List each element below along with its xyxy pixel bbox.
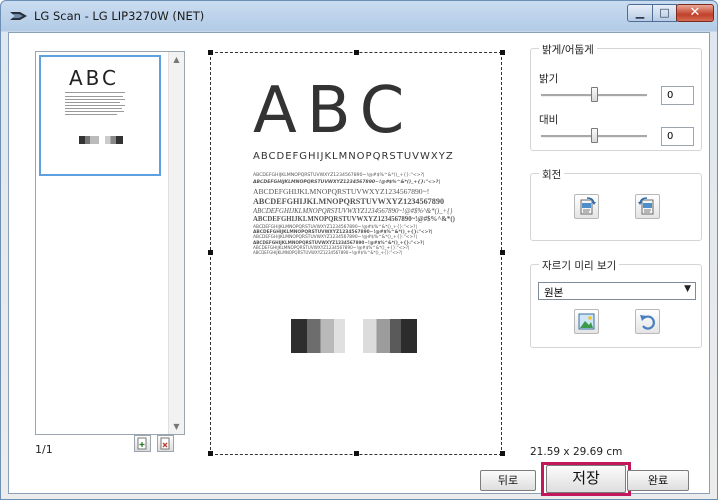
preview-gray-patch-left — [291, 319, 345, 353]
rotate-title: 회전 — [539, 167, 565, 182]
rotate-left-button[interactable] — [635, 194, 660, 219]
brightness-slider-thumb[interactable] — [591, 87, 598, 102]
minimize-button[interactable]: ▁ — [627, 4, 653, 22]
scroll-down-arrow-icon[interactable]: ▼ — [169, 419, 184, 434]
undo-icon — [640, 315, 655, 330]
preview-alphabet-line: ABCDEFGHIJKLMNOPQRSTUVWXYZ — [253, 151, 454, 162]
window-title: LG Scan - LG LIP3270W (NET) — [34, 9, 205, 23]
thumbnail-text-line — [65, 96, 123, 97]
undo-crop-button[interactable] — [635, 309, 660, 334]
page-count: 1/1 — [35, 443, 53, 456]
thumbnail-text-line — [65, 92, 125, 93]
crop-preview-button[interactable] — [574, 309, 599, 334]
image-preview-icon — [578, 313, 595, 330]
close-icon: ✕ — [689, 5, 701, 20]
crop-preview-group: 자르기 미리 보기 원본 ▼ — [530, 258, 702, 348]
thumbnail-list[interactable]: ABC ▲ ▼ — [35, 51, 185, 435]
preview-sample-line: ABCDEFGHIJKLMNOPQRSTUVWXYZ1234567890~!@#… — [253, 216, 455, 223]
dropdown-arrow-icon: ▼ — [684, 284, 691, 294]
rotate-left-icon — [638, 197, 654, 215]
thumbnail-page-1[interactable]: ABC — [39, 55, 161, 176]
thumbnail-gray-patch — [105, 136, 123, 144]
preview-sample-line: ABCDEFGHIJKLMNOPQRSTUVWXYZ1234567890~! — [253, 187, 430, 196]
maximize-icon: □ — [659, 6, 670, 19]
save-button-highlight — [541, 462, 631, 496]
rotate-group: 회전 — [530, 167, 702, 241]
thumbnail-text-line — [65, 102, 120, 103]
crop-handle[interactable] — [208, 451, 213, 456]
contrast-label: 대비 — [539, 114, 559, 126]
page-size-text: 21.59 x 29.69 cm — [530, 446, 623, 458]
preview-sample-line: ABCDEFGHIJKLMNOPQRSTUVWXYZ1234567890 — [253, 197, 445, 206]
crop-handle[interactable] — [500, 50, 505, 55]
crop-handle[interactable] — [354, 451, 359, 456]
crop-mode-value: 원본 — [544, 287, 564, 299]
close-button[interactable]: ✕ — [676, 4, 714, 22]
preview-sample-line: ABCDEFGHIJKLMNOPQRSTUVWXYZ1234567890~!@#… — [253, 180, 441, 185]
preview-gray-patch-right — [363, 319, 417, 353]
thumbnail-text-line — [65, 114, 117, 115]
contrast-input[interactable]: 0 — [661, 127, 694, 146]
scroll-up-arrow-icon[interactable]: ▲ — [169, 52, 184, 67]
add-page-icon — [137, 437, 147, 450]
crop-mode-select[interactable]: 원본 ▼ — [538, 282, 696, 300]
brightness-label: 밝기 — [539, 73, 559, 85]
scan-preview[interactable]: ABC ABCDEFGHIJKLMNOPQRSTUVWXYZ ABCDEFGHI… — [208, 50, 505, 456]
preview-sample-line: ABCDEFGHIJKLMNOPQRSTUVWXYZ1234567890~!@#… — [253, 208, 453, 215]
preview-sample-line: ABCDEFGHIJKLMNOPQRSTUVWXYZ1234567890~!@#… — [253, 250, 403, 255]
thumbnail-abc-text: ABC — [69, 66, 120, 90]
crop-handle[interactable] — [500, 250, 505, 255]
thumbnail-scrollbar[interactable]: ▲ ▼ — [168, 52, 184, 434]
thumbnail-text-line — [65, 99, 125, 100]
brightness-contrast-title: 밝게/어둡게 — [539, 42, 597, 57]
brightness-contrast-group: 밝게/어둡게 밝기 0 대비 0 — [530, 42, 702, 151]
back-button[interactable]: 뒤로 — [480, 470, 536, 491]
thumbnail-text-line — [65, 111, 124, 112]
crop-handle[interactable] — [208, 50, 213, 55]
crop-handle[interactable] — [354, 50, 359, 55]
scan-app-icon — [10, 12, 27, 20]
app-window: LG Scan - LG LIP3270W (NET) ▁ □ ✕ ABC ▲ — [0, 0, 718, 500]
rotate-right-button[interactable] — [574, 194, 599, 219]
maximize-button[interactable]: □ — [652, 4, 677, 22]
rotate-right-icon — [580, 197, 596, 215]
contrast-slider-thumb[interactable] — [591, 128, 598, 143]
finish-button[interactable]: 완료 — [627, 470, 689, 491]
preview-sample-line: ABCDEFGHIJKLMNOPQRSTUVWXYZ1234567890~!@#… — [253, 173, 425, 178]
delete-page-button[interactable] — [157, 435, 174, 452]
thumbnail-gray-patch — [79, 136, 99, 144]
client-area: ABC ▲ ▼ 1/1 ABC ABCDEFGHIJKLMNOPQRSTUVWX… — [8, 32, 710, 496]
preview-big-abc: ABC — [253, 74, 415, 148]
crop-handle[interactable] — [500, 451, 505, 456]
thumbnail-text-line — [65, 108, 122, 109]
delete-page-icon — [160, 437, 170, 450]
minimize-icon: ▁ — [635, 6, 645, 19]
brightness-input[interactable]: 0 — [661, 86, 694, 105]
crop-preview-title: 자르기 미리 보기 — [539, 258, 620, 273]
add-page-button[interactable] — [134, 435, 151, 452]
crop-handle[interactable] — [208, 250, 213, 255]
title-bar[interactable]: LG Scan - LG LIP3270W (NET) ▁ □ ✕ — [1, 1, 717, 31]
thumbnail-text-line — [65, 105, 125, 106]
